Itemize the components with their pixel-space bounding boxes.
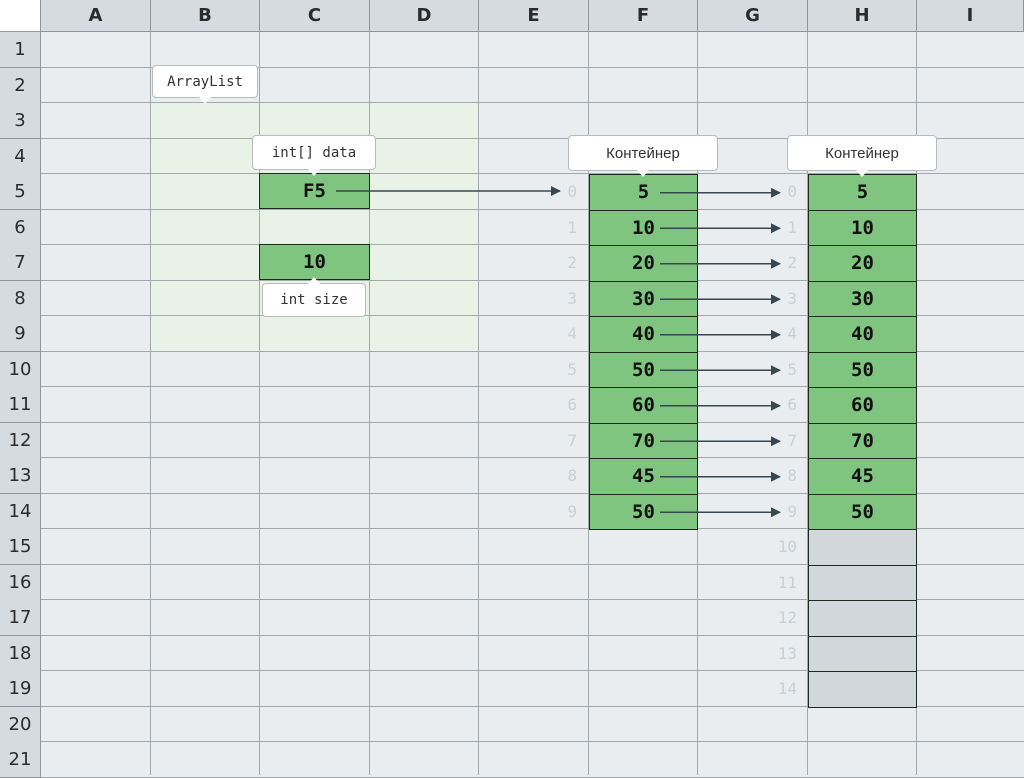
- arraylist-callout-tail: [199, 97, 211, 104]
- new-container-callout: Контейнер: [787, 135, 937, 171]
- arraylist-callout: ArrayList: [152, 65, 258, 98]
- grid-hline: [41, 776, 1024, 778]
- old-container-callout: Контейнер: [568, 135, 718, 171]
- arrows-layer: [336, 186, 781, 518]
- data-field-callout-tail: [308, 169, 320, 176]
- size-field-callout-tail: [308, 277, 320, 284]
- spreadsheet: A B C D E F G H I 1 2 3 4 5 6 7 8 9 10 11 12 13 14 15 16 17 18 19 20…: [0, 0, 1024, 778]
- size-field-callout: int size: [262, 283, 366, 317]
- new-container-callout-tail: [856, 170, 868, 177]
- data-field-callout: int[] data: [252, 135, 376, 170]
- old-container-callout-tail: [637, 170, 649, 177]
